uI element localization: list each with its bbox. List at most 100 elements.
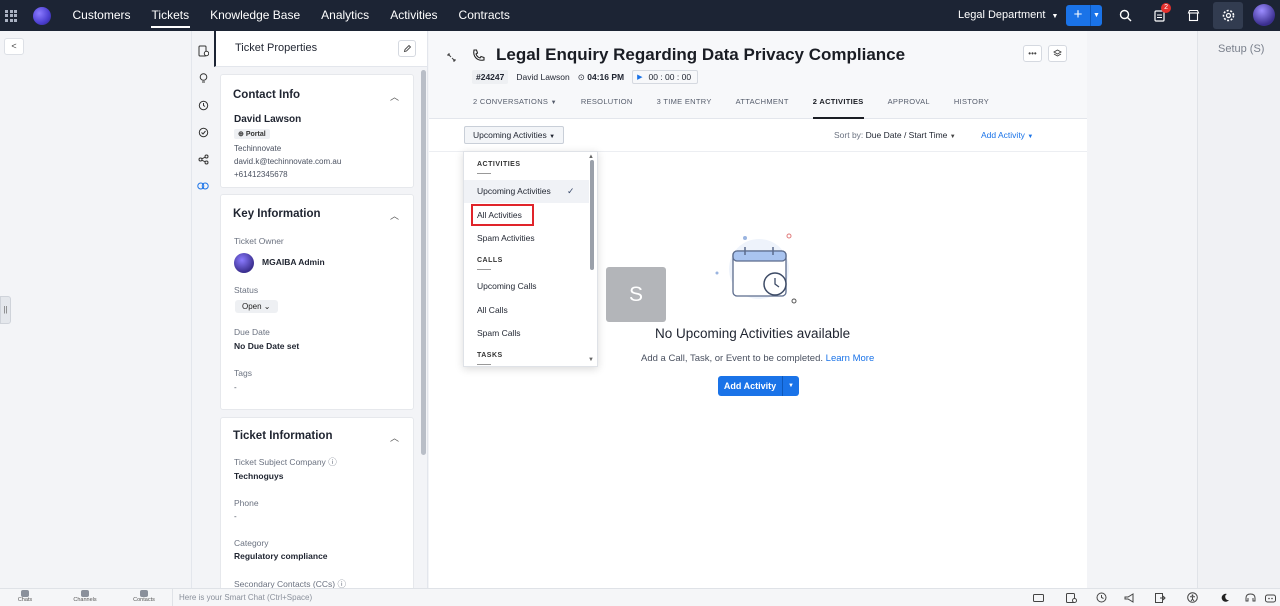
tab-history[interactable]: HISTORY — [954, 97, 989, 119]
chevron-up-icon[interactable]: ︿ — [390, 431, 399, 444]
subject-company-value[interactable]: Technoguys — [234, 471, 283, 481]
announcement-icon[interactable] — [1123, 592, 1135, 603]
nav-analytics[interactable]: Analytics — [311, 0, 380, 31]
accessibility-icon[interactable] — [1186, 592, 1198, 603]
right-spacer — [1087, 31, 1197, 588]
notification-badge: 2 — [1161, 3, 1171, 13]
nav-customers[interactable]: Customers — [62, 0, 141, 31]
key-information-card: Key Information ︿ Ticket Owner MGAIBA Ad… — [220, 194, 414, 410]
app-logo[interactable] — [33, 7, 51, 25]
keyboard-icon[interactable] — [1032, 592, 1044, 603]
tab-approval[interactable]: APPROVAL — [888, 97, 930, 119]
contact-email[interactable]: david.k@techinnovate.com.au — [234, 157, 341, 166]
history-icon[interactable] — [195, 97, 211, 113]
play-icon[interactable]: ▶ — [637, 73, 642, 81]
link-icon[interactable] — [195, 178, 211, 194]
collapse-left-panel-button[interactable]: < — [4, 38, 24, 55]
nav-activities[interactable]: Activities — [380, 0, 448, 31]
ticket-number[interactable]: #24247 — [472, 70, 509, 84]
tab-resolution[interactable]: RESOLUTION — [581, 97, 633, 119]
due-date-value[interactable]: No Due Date set — [234, 341, 299, 351]
status-label: Status — [234, 285, 259, 295]
tags-label: Tags — [234, 368, 252, 378]
layers-icon[interactable] — [1048, 45, 1067, 62]
smart-chat-input[interactable]: Here is your Smart Chat (Ctrl+Space) — [172, 589, 312, 606]
ticket-information-card: Ticket Information ︿ Ticket Subject Comp… — [220, 417, 414, 588]
ai-bulb-icon[interactable] — [195, 70, 211, 86]
panel-resize-handle[interactable]: || — [0, 296, 11, 324]
ticket-properties-icon[interactable] — [195, 43, 211, 59]
chevron-up-icon[interactable]: ︿ — [390, 90, 399, 103]
expand-icon[interactable] — [447, 49, 456, 67]
clock-icon[interactable] — [1095, 592, 1107, 603]
chats-button[interactable]: Chats — [5, 590, 45, 603]
nav-tickets[interactable]: Tickets — [141, 0, 200, 31]
tab-activities[interactable]: 2 ACTIVITIES — [812, 97, 864, 119]
menu-item-upcoming-calls[interactable]: Upcoming Calls — [464, 275, 589, 298]
contact-name[interactable]: David Lawson — [234, 114, 301, 125]
tags-value[interactable]: - — [234, 383, 237, 392]
tab-conversations[interactable]: 2 CONVERSATIONS ▼ — [473, 97, 557, 119]
chevron-down-icon: ▼ — [949, 134, 956, 140]
tab-time-entry[interactable]: 3 TIME ENTRY — [657, 97, 712, 119]
more-options-icon[interactable]: ••• — [1023, 45, 1042, 62]
exit-icon[interactable] — [1154, 592, 1166, 603]
ticket-subject: Legal Enquiry Regarding Data Privacy Com… — [496, 45, 906, 64]
empty-state-title: No Upcoming Activities available — [655, 326, 851, 341]
menu-item-spam-activities[interactable]: Spam Activities — [464, 227, 589, 250]
ticket-owner-label: Ticket Owner — [234, 236, 284, 246]
learn-more-link[interactable]: Learn More — [826, 353, 875, 364]
user-avatar[interactable] — [1253, 4, 1275, 26]
portal-badge: ⊕ Portal — [234, 129, 270, 139]
left-collapsed-panel — [0, 31, 192, 588]
marketplace-icon[interactable] — [1182, 5, 1204, 26]
quick-add-button[interactable]: + ▼ — [1066, 5, 1102, 26]
chevron-down-icon[interactable]: ▼ — [1090, 5, 1102, 26]
zia-icon[interactable] — [1264, 592, 1276, 603]
properties-scrollbar[interactable] — [421, 70, 426, 455]
approval-check-icon[interactable] — [195, 124, 211, 140]
contacts-button[interactable]: Contacts — [124, 590, 164, 603]
add-activity-button[interactable]: Add Activity ▼ — [718, 376, 799, 396]
edit-pencil-icon[interactable] — [398, 40, 416, 57]
sort-by-control[interactable]: Sort by: Due Date / Start Time ▼ — [834, 130, 956, 140]
phone-value[interactable]: - — [234, 512, 237, 521]
settings-gear-icon[interactable] — [1213, 2, 1243, 29]
add-activity-button-label: Add Activity — [723, 381, 777, 391]
menu-item-spam-calls[interactable]: Spam Calls — [464, 322, 589, 345]
channels-button[interactable]: Channels — [65, 590, 105, 603]
menu-scrollbar[interactable] — [590, 160, 594, 270]
contact-phone[interactable]: +61412345678 — [234, 170, 288, 179]
add-activity-link[interactable]: Add Activity ▼ — [981, 130, 1033, 140]
sort-label: Sort by: — [834, 130, 864, 140]
empty-state-subtitle-text: Add a Call, Task, or Event to be complet… — [641, 353, 824, 364]
setup-panel[interactable]: Setup (S) — [1197, 31, 1280, 588]
status-dropdown[interactable]: Open ⌄ — [235, 300, 278, 313]
scroll-down-arrow-icon[interactable]: ▼ — [588, 357, 594, 363]
department-selector[interactable]: Legal Department ▼ — [958, 0, 1058, 31]
search-icon[interactable] — [1114, 5, 1136, 26]
ticket-contact[interactable]: David Lawson — [516, 72, 569, 82]
nav-knowledge-base[interactable]: Knowledge Base — [200, 0, 311, 31]
share-icon[interactable] — [195, 151, 211, 167]
chevron-up-icon[interactable]: ︿ — [390, 209, 399, 222]
menu-item-upcoming-activities[interactable]: Upcoming Activities ✓ — [464, 180, 589, 203]
app-grid-icon[interactable] — [0, 0, 22, 31]
sort-value: Due Date / Start Time — [865, 130, 948, 140]
dark-mode-moon-icon[interactable] — [1219, 592, 1231, 603]
add-activity-link-label: Add Activity — [981, 130, 1025, 140]
activity-filter-dropdown[interactable]: Upcoming Activities ▼ — [464, 126, 565, 144]
help-icon[interactable] — [1244, 592, 1256, 603]
user-initial-placeholder: S — [606, 267, 666, 322]
ticket-owner-value[interactable]: MGAIBA Admin — [262, 257, 325, 267]
category-value[interactable]: Regulatory compliance — [234, 551, 328, 561]
ticket-timer[interactable]: ▶ 00 : 00 : 00 — [632, 70, 699, 84]
ticket-status-icon[interactable] — [1065, 592, 1077, 603]
notifications-icon[interactable]: 2 — [1148, 3, 1171, 26]
tab-attachment[interactable]: ATTACHMENT — [736, 97, 789, 119]
nav-contracts[interactable]: Contracts — [448, 0, 520, 31]
menu-item-all-calls[interactable]: All Calls — [464, 299, 589, 322]
top-navigation-bar: Customers Tickets Knowledge Base Analyti… — [0, 0, 1280, 31]
chevron-down-icon[interactable]: ▼ — [782, 376, 799, 396]
phone-label: Phone — [234, 498, 259, 508]
